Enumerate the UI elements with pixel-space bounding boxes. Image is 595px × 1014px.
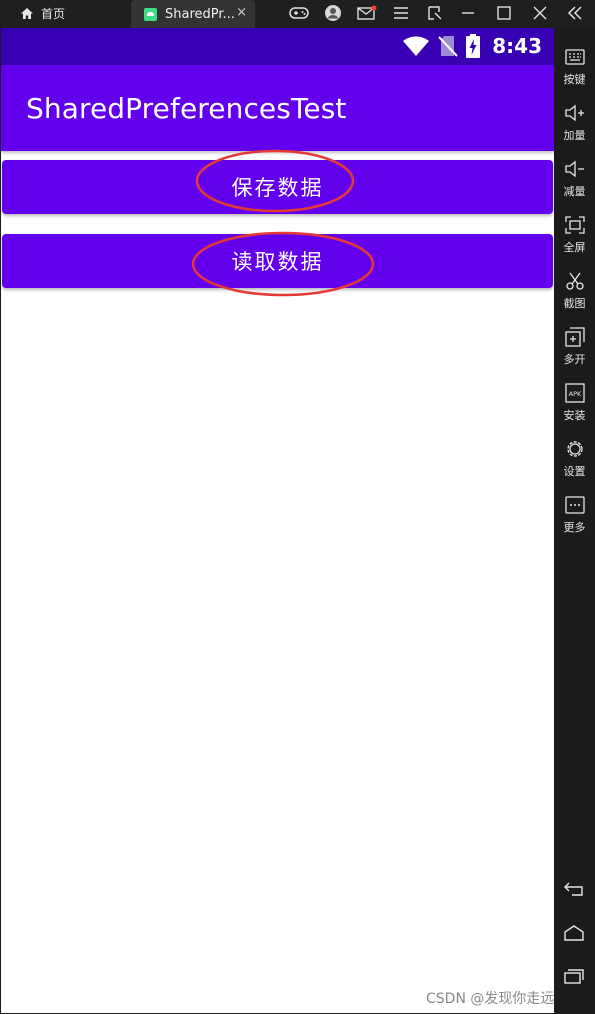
sidebar-item-label: 加量: [563, 129, 586, 142]
sidebar-item-settings[interactable]: 设置: [554, 438, 595, 490]
volume-up-icon: [564, 102, 586, 124]
svg-text:APK: APK: [568, 390, 581, 398]
android-app-icon: [144, 7, 157, 21]
status-icons: 8:43: [402, 34, 542, 58]
home-tab-label: 首页: [41, 6, 66, 21]
app-bar: SharedPreferencesTest: [1, 65, 554, 151]
sidebar-item-volume-up[interactable]: 加量: [554, 102, 595, 154]
gamepad-icon[interactable]: [288, 2, 310, 24]
android-status-bar: 8:43: [1, 28, 554, 65]
home-tab[interactable]: 首页: [20, 0, 65, 26]
emulator-title-bar: 首页 SharedPr... ×: [0, 0, 595, 28]
save-data-button[interactable]: 保存数据: [2, 160, 553, 214]
recent-apps-nav-icon[interactable]: [562, 966, 586, 986]
sidebar-item-label: 按键: [563, 73, 586, 86]
emulator-sidebar: 按键 加量 减量 全屏 截图 多开 APK 安装 设置 更多: [554, 28, 595, 1014]
sidebar-item-label: 截图: [563, 297, 586, 310]
fullscreen-icon: [564, 214, 586, 236]
home-icon: [21, 7, 33, 19]
read-data-button[interactable]: 读取数据: [2, 234, 553, 288]
status-time: 8:43: [492, 34, 542, 58]
back-nav-icon[interactable]: [562, 880, 586, 900]
sidebar-item-label: 多开: [563, 353, 586, 366]
sidebar-item-label: 设置: [563, 465, 586, 478]
sidebar-item-label: 安装: [563, 409, 586, 422]
minimize-icon[interactable]: [456, 2, 480, 24]
user-avatar-icon[interactable]: [322, 2, 344, 24]
sidebar-item-more[interactable]: 更多: [554, 494, 595, 546]
app-title: SharedPreferencesTest: [26, 92, 347, 125]
sidebar-item-label: 减量: [563, 185, 586, 198]
save-data-button-label: 保存数据: [231, 176, 324, 200]
csdn-watermark: CSDN @发现你走远了: [426, 991, 569, 1007]
home-nav-icon[interactable]: [562, 923, 586, 943]
sidebar-item-multi-instance[interactable]: 多开: [554, 326, 595, 378]
sidebar-item-keyboard[interactable]: 按键: [554, 46, 595, 98]
sidebar-item-fullscreen[interactable]: 全屏: [554, 214, 595, 266]
sidebar-item-volume-down[interactable]: 减量: [554, 158, 595, 210]
multi-instance-icon: [564, 326, 586, 348]
app-tab[interactable]: SharedPr... ×: [131, 0, 255, 28]
phone-screen: 8:43 SharedPreferencesTest 保存数据 读取数据: [1, 28, 554, 1013]
sidebar-item-screenshot[interactable]: 截图: [554, 270, 595, 322]
volume-down-icon: [564, 158, 586, 180]
more-icon: [564, 494, 586, 516]
close-window-icon[interactable]: [528, 2, 552, 24]
battery-charging-icon: [466, 34, 481, 58]
sidebar-item-label: 更多: [563, 521, 586, 534]
wifi-icon: [403, 36, 430, 56]
mail-icon[interactable]: [356, 2, 378, 24]
app-tab-label: SharedPr...: [165, 6, 235, 22]
tab-close-icon[interactable]: ×: [236, 5, 247, 20]
keyboard-icon: [564, 46, 586, 68]
sidebar-item-install-apk[interactable]: APK 安装: [554, 382, 595, 434]
pin-window-icon[interactable]: [424, 2, 446, 24]
gear-icon: [564, 438, 586, 460]
apk-install-icon: APK: [564, 382, 586, 404]
read-data-button-label: 读取数据: [231, 250, 324, 274]
collapse-sidebar-icon[interactable]: [563, 2, 587, 24]
menu-icon[interactable]: [390, 2, 412, 24]
sidebar-item-label: 全屏: [563, 241, 586, 254]
no-sim-icon: [438, 36, 458, 57]
title-bar-tools: [288, 2, 446, 24]
scissors-icon: [564, 270, 586, 292]
window-controls: [456, 2, 552, 24]
maximize-icon[interactable]: [492, 2, 516, 24]
